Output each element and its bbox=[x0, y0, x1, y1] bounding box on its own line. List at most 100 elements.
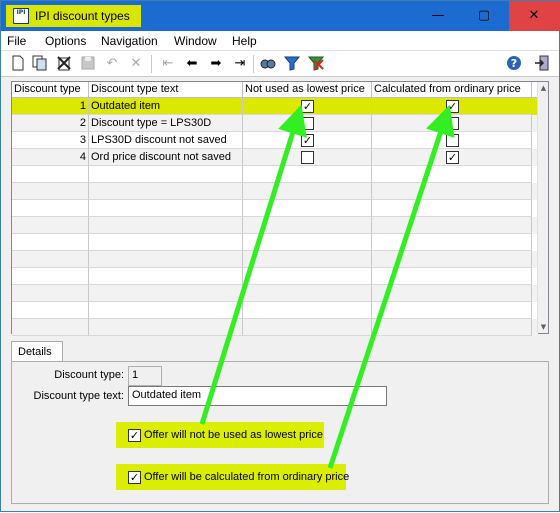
cell-calculated-ordinary[interactable] bbox=[372, 166, 532, 183]
find-icon[interactable] bbox=[259, 55, 277, 73]
cell-discount-type-text[interactable] bbox=[89, 285, 243, 302]
table-row[interactable]: 4 Ord price discount not saved ✓ bbox=[12, 149, 538, 166]
filter-icon[interactable] bbox=[283, 55, 301, 73]
cell-discount-type[interactable] bbox=[12, 166, 89, 183]
table-row[interactable] bbox=[12, 234, 538, 251]
cell-discount-type[interactable]: 2 bbox=[12, 115, 89, 132]
table-row[interactable] bbox=[12, 251, 538, 268]
calculated-ordinary-checkbox[interactable]: ✓ bbox=[446, 100, 459, 113]
cell-not-used-lowest[interactable]: ✓ bbox=[243, 98, 372, 115]
not-used-lowest-checkbox[interactable] bbox=[301, 151, 314, 164]
cell-calculated-ordinary[interactable] bbox=[372, 234, 532, 251]
menu-window[interactable]: Window bbox=[174, 34, 217, 48]
calculated-ordinary-checkbox[interactable] bbox=[446, 117, 459, 130]
undo-icon[interactable]: ↶ bbox=[103, 55, 121, 73]
cell-discount-type[interactable]: 1 bbox=[12, 98, 89, 115]
cell-discount-type-text[interactable]: Discount type = LPS30D bbox=[89, 115, 243, 132]
cell-discount-type[interactable] bbox=[12, 234, 89, 251]
discount-type-text-field[interactable]: Outdated item bbox=[128, 386, 387, 406]
menu-navigation[interactable]: Navigation bbox=[101, 34, 158, 48]
cell-discount-type-text[interactable] bbox=[89, 234, 243, 251]
cell-not-used-lowest[interactable] bbox=[243, 149, 372, 166]
cell-not-used-lowest[interactable] bbox=[243, 234, 372, 251]
table-row[interactable] bbox=[12, 183, 538, 200]
option2-checkbox[interactable]: ✓ bbox=[128, 471, 141, 484]
cell-calculated-ordinary[interactable] bbox=[372, 183, 532, 200]
option1-checkbox[interactable]: ✓ bbox=[128, 429, 141, 442]
save-icon[interactable] bbox=[79, 55, 97, 73]
cell-calculated-ordinary[interactable] bbox=[372, 302, 532, 319]
delete-icon[interactable] bbox=[55, 55, 73, 73]
discount-type-field[interactable]: 1 bbox=[128, 366, 162, 386]
cell-calculated-ordinary[interactable]: ✓ bbox=[372, 98, 532, 115]
clear-filter-icon[interactable] bbox=[307, 55, 325, 73]
cell-discount-type[interactable] bbox=[12, 200, 89, 217]
cell-calculated-ordinary[interactable] bbox=[372, 251, 532, 268]
cell-not-used-lowest[interactable] bbox=[243, 183, 372, 200]
cell-discount-type-text[interactable] bbox=[89, 183, 243, 200]
cell-discount-type-text[interactable] bbox=[89, 319, 243, 336]
cell-not-used-lowest[interactable] bbox=[243, 200, 372, 217]
cell-not-used-lowest[interactable] bbox=[243, 268, 372, 285]
cell-discount-type-text[interactable] bbox=[89, 200, 243, 217]
column-header-calculated-ordinary[interactable]: Calculated from ordinary price bbox=[372, 82, 532, 98]
cell-discount-type-text[interactable]: LPS30D discount not saved bbox=[89, 132, 243, 149]
last-record-icon[interactable]: ⇥ bbox=[231, 55, 249, 73]
cell-discount-type[interactable] bbox=[12, 217, 89, 234]
grid-vertical-scrollbar[interactable]: ▲ ▼ bbox=[537, 82, 548, 333]
cell-discount-type[interactable] bbox=[12, 268, 89, 285]
cell-not-used-lowest[interactable] bbox=[243, 166, 372, 183]
cell-discount-type-text[interactable] bbox=[89, 268, 243, 285]
cell-not-used-lowest[interactable] bbox=[243, 285, 372, 302]
table-row[interactable] bbox=[12, 166, 538, 183]
not-used-lowest-checkbox[interactable]: ✓ bbox=[301, 100, 314, 113]
table-row[interactable] bbox=[12, 217, 538, 234]
cell-discount-type-text[interactable] bbox=[89, 251, 243, 268]
cell-discount-type-text[interactable] bbox=[89, 302, 243, 319]
cell-discount-type[interactable]: 4 bbox=[12, 149, 89, 166]
column-header-discount-type-text[interactable]: Discount type text bbox=[89, 82, 243, 98]
cell-discount-type[interactable]: 3 bbox=[12, 132, 89, 149]
menu-help[interactable]: Help bbox=[232, 34, 257, 48]
help-icon[interactable]: ? bbox=[505, 55, 523, 73]
cell-calculated-ordinary[interactable] bbox=[372, 319, 532, 336]
first-record-icon[interactable]: ⇤ bbox=[159, 55, 177, 73]
cell-calculated-ordinary[interactable] bbox=[372, 285, 532, 302]
column-header-not-used-lowest[interactable]: Not used as lowest price bbox=[243, 82, 372, 98]
cell-not-used-lowest[interactable] bbox=[243, 319, 372, 336]
maximize-button[interactable]: ▢ bbox=[461, 1, 507, 31]
copy-icon[interactable] bbox=[31, 55, 49, 73]
previous-record-icon[interactable]: ⬅ bbox=[183, 55, 201, 73]
exit-icon[interactable] bbox=[533, 55, 551, 73]
cell-discount-type-text[interactable] bbox=[89, 166, 243, 183]
table-row[interactable]: 1 Outdated item ✓ ✓ bbox=[12, 98, 538, 115]
cell-calculated-ordinary[interactable] bbox=[372, 200, 532, 217]
cell-discount-type-text[interactable] bbox=[89, 217, 243, 234]
cell-calculated-ordinary[interactable] bbox=[372, 268, 532, 285]
cell-not-used-lowest[interactable]: ✓ bbox=[243, 132, 372, 149]
new-icon[interactable] bbox=[9, 55, 27, 73]
cell-not-used-lowest[interactable] bbox=[243, 302, 372, 319]
cell-not-used-lowest[interactable] bbox=[243, 115, 372, 132]
cell-not-used-lowest[interactable] bbox=[243, 251, 372, 268]
cell-calculated-ordinary[interactable]: ✓ bbox=[372, 149, 532, 166]
cell-calculated-ordinary[interactable] bbox=[372, 217, 532, 234]
table-row[interactable] bbox=[12, 302, 538, 319]
scroll-down-icon[interactable]: ▼ bbox=[538, 323, 549, 331]
table-row[interactable] bbox=[12, 200, 538, 217]
table-row[interactable] bbox=[12, 268, 538, 285]
table-row[interactable] bbox=[12, 285, 538, 302]
column-header-discount-type[interactable]: Discount type bbox=[12, 82, 89, 98]
cancel-icon[interactable]: ✕ bbox=[127, 55, 145, 73]
cell-discount-type[interactable] bbox=[12, 319, 89, 336]
scroll-up-icon[interactable]: ▲ bbox=[538, 84, 549, 92]
cell-discount-type-text[interactable]: Ord price discount not saved bbox=[89, 149, 243, 166]
cell-discount-type[interactable] bbox=[12, 302, 89, 319]
cell-not-used-lowest[interactable] bbox=[243, 217, 372, 234]
menu-file[interactable]: File bbox=[7, 34, 26, 48]
cell-calculated-ordinary[interactable] bbox=[372, 132, 532, 149]
title-bar[interactable]: IPI IPI discount types — ▢ ✕ bbox=[1, 1, 559, 31]
minimize-button[interactable]: — bbox=[415, 1, 461, 31]
cell-discount-type[interactable] bbox=[12, 251, 89, 268]
table-row[interactable]: 2 Discount type = LPS30D bbox=[12, 115, 538, 132]
